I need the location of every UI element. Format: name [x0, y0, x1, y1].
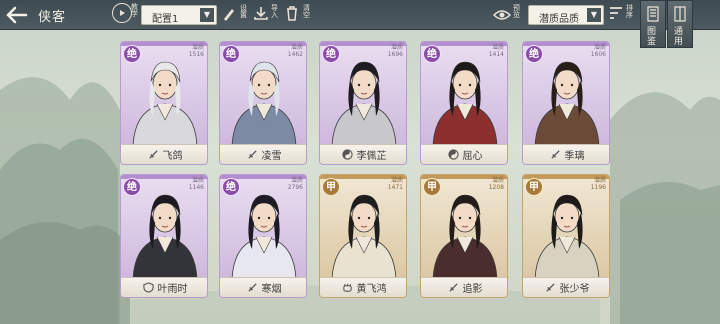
tutorial-button[interactable]	[112, 3, 132, 23]
character-name: 季璃	[564, 151, 585, 162]
clear-label: 清空	[303, 4, 310, 19]
yinyang-icon	[447, 149, 459, 160]
name-plate: 寒烟	[220, 277, 306, 297]
power-value: 潜质 1146	[188, 177, 204, 191]
filter-dropdown-value: 潜质品质	[539, 14, 579, 25]
power-value: 潜质 1208	[488, 177, 504, 191]
rank-badge: 绝	[222, 178, 240, 196]
power-value: 潜质 1696	[387, 44, 403, 58]
name-plate: 凌雪	[220, 144, 306, 164]
clear-button[interactable]	[285, 5, 303, 25]
tutorial-label: 教学	[131, 3, 138, 18]
filter-dropdown[interactable]: 潜质品质 ▼	[528, 5, 604, 25]
character-card[interactable]: 绝 潜质 2796 寒烟	[219, 174, 307, 298]
yinyang-icon	[341, 149, 353, 160]
back-button[interactable]	[4, 4, 30, 26]
settings-label: 设置	[240, 4, 247, 19]
play-icon	[120, 10, 125, 16]
name-plate: 屈心	[421, 144, 507, 164]
rank-badge: 绝	[322, 45, 340, 63]
name-plate: 黄飞鸿	[320, 277, 406, 297]
power-value: 潜质 2796	[287, 177, 303, 191]
character-card[interactable]: 绝 潜质 1462 凌雪	[219, 41, 307, 165]
name-plate: 叶雨时	[121, 277, 207, 297]
character-card[interactable]: 绝 潜质 1414 屈心	[420, 41, 508, 165]
config-dropdown[interactable]: 配置1 ▼	[141, 5, 217, 25]
sword-icon	[148, 150, 158, 159]
power-value: 潜质 1516	[188, 44, 204, 58]
sword-icon	[545, 283, 555, 292]
character-card[interactable]: 绝 潜质 1606 季璃	[522, 41, 610, 165]
character-name: 叶雨时	[157, 284, 188, 295]
character-card[interactable]: 绝 潜质 1696 李佩芷	[319, 41, 407, 165]
top-bar: 侠客 教学 配置1 ▼ 设置 导入 清空 预览 潜质品质 ▼ 排序	[0, 0, 720, 30]
import-button[interactable]	[253, 5, 271, 25]
tab-codex-label: 图鉴	[647, 27, 657, 47]
character-name: 凌雪	[261, 151, 282, 162]
character-name: 屈心	[462, 151, 483, 162]
page-title: 侠客	[38, 10, 67, 25]
tab-general-label: 通用	[674, 27, 684, 47]
rank-badge: 甲	[525, 178, 543, 196]
rank-badge: 绝	[123, 178, 141, 196]
power-value: 潜质 1606	[590, 44, 606, 58]
sword-icon	[550, 150, 560, 159]
rank-badge: 甲	[322, 178, 340, 196]
sword-icon	[448, 283, 458, 292]
power-value: 潜质 1462	[287, 44, 303, 58]
config-dropdown-value: 配置1	[152, 14, 179, 25]
power-value: 潜质 1471	[387, 177, 403, 191]
character-card[interactable]: 绝 潜质 1146 叶雨时	[120, 174, 208, 298]
sort-icon	[610, 7, 622, 19]
name-plate: 季璃	[523, 144, 609, 164]
character-card[interactable]: 甲 潜质 1208 追影	[420, 174, 508, 298]
import-label: 导入	[271, 4, 278, 19]
sort-button[interactable]	[608, 5, 626, 25]
rank-badge: 绝	[423, 45, 441, 63]
download-icon	[254, 7, 268, 20]
sort-label: 排序	[626, 4, 633, 19]
chevron-down-icon: ▼	[200, 8, 214, 22]
character-card[interactable]: 甲 潜质 1471 黄飞鸿	[319, 174, 407, 298]
character-name: 张少爷	[559, 284, 590, 295]
shield-icon	[142, 282, 154, 293]
name-plate: 追影	[421, 277, 507, 297]
preview-label: 预览	[513, 4, 520, 19]
character-name: 李佩芷	[356, 151, 387, 162]
name-plate: 李佩芷	[320, 144, 406, 164]
sword-icon	[247, 283, 257, 292]
power-value: 潜质 1196	[590, 177, 606, 191]
arrow-left-icon	[6, 6, 28, 24]
character-name: 黄飞鸿	[356, 284, 387, 295]
name-plate: 飞鸽	[121, 144, 207, 164]
character-name: 寒烟	[261, 284, 282, 295]
fist-icon	[342, 283, 352, 292]
character-card[interactable]: 甲 潜质 1196 张少爷	[522, 174, 610, 298]
eye-icon	[492, 10, 512, 20]
tab-general[interactable]: 通用	[667, 0, 693, 48]
tab-codex[interactable]: 图鉴	[640, 0, 666, 48]
rank-badge: 绝	[123, 45, 141, 63]
name-plate: 张少爷	[523, 277, 609, 297]
trash-icon	[287, 6, 297, 21]
rank-badge: 绝	[525, 45, 543, 63]
brush-icon	[224, 9, 234, 21]
preview-button[interactable]	[492, 5, 513, 25]
character-card[interactable]: 绝 潜质 1516 飞鸽	[120, 41, 208, 165]
character-name: 飞鸽	[162, 151, 183, 162]
rank-badge: 甲	[423, 178, 441, 196]
rank-badge: 绝	[222, 45, 240, 63]
character-name: 追影	[462, 284, 483, 295]
settings-button[interactable]	[222, 5, 240, 25]
power-value: 潜质 1414	[488, 44, 504, 58]
chevron-down-icon: ▼	[587, 8, 601, 22]
scroll-icon	[647, 6, 659, 22]
sword-icon	[247, 150, 257, 159]
book-icon	[674, 6, 686, 22]
